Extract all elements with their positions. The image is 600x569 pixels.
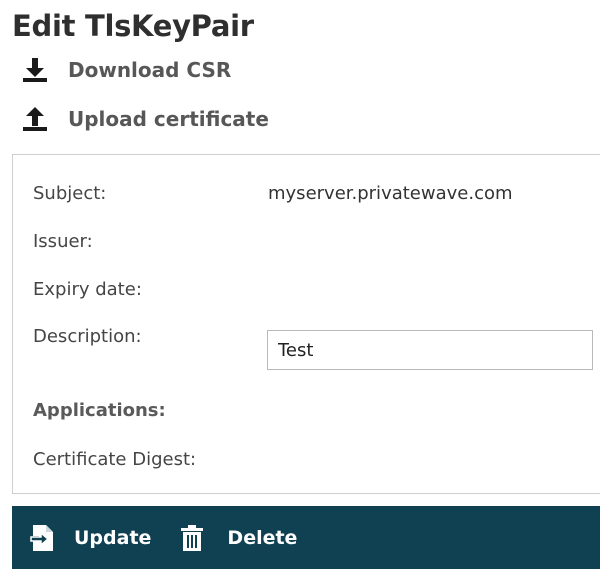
download-csr-label: Download CSR [68, 58, 232, 82]
download-icon [22, 57, 48, 83]
download-csr-link[interactable]: Download CSR [22, 57, 231, 83]
issuer-label: Issuer: [33, 231, 93, 252]
subject-label: Subject: [33, 183, 107, 204]
delete-button[interactable]: Delete [179, 524, 297, 552]
applications-label: Applications: [33, 400, 166, 421]
update-button[interactable]: Update [30, 524, 151, 552]
keypair-details-panel: Subject: myserver.privatewave.com Issuer… [12, 154, 600, 494]
delete-label: Delete [227, 526, 298, 549]
upload-certificate-label: Upload certificate [68, 107, 269, 131]
trash-icon [179, 524, 205, 552]
subject-value: myserver.privatewave.com [268, 183, 513, 204]
description-label: Description: [33, 326, 142, 347]
action-toolbar: Update Delete [12, 506, 600, 569]
update-label: Update [74, 526, 152, 549]
upload-certificate-link[interactable]: Upload certificate [22, 106, 269, 132]
certificate-digest-label: Certificate Digest: [33, 449, 197, 470]
description-input[interactable] [267, 330, 593, 370]
update-icon [30, 524, 56, 552]
upload-icon [22, 106, 48, 132]
expiry-date-label: Expiry date: [33, 279, 142, 300]
page-title: Edit TlsKeyPair [12, 9, 254, 43]
